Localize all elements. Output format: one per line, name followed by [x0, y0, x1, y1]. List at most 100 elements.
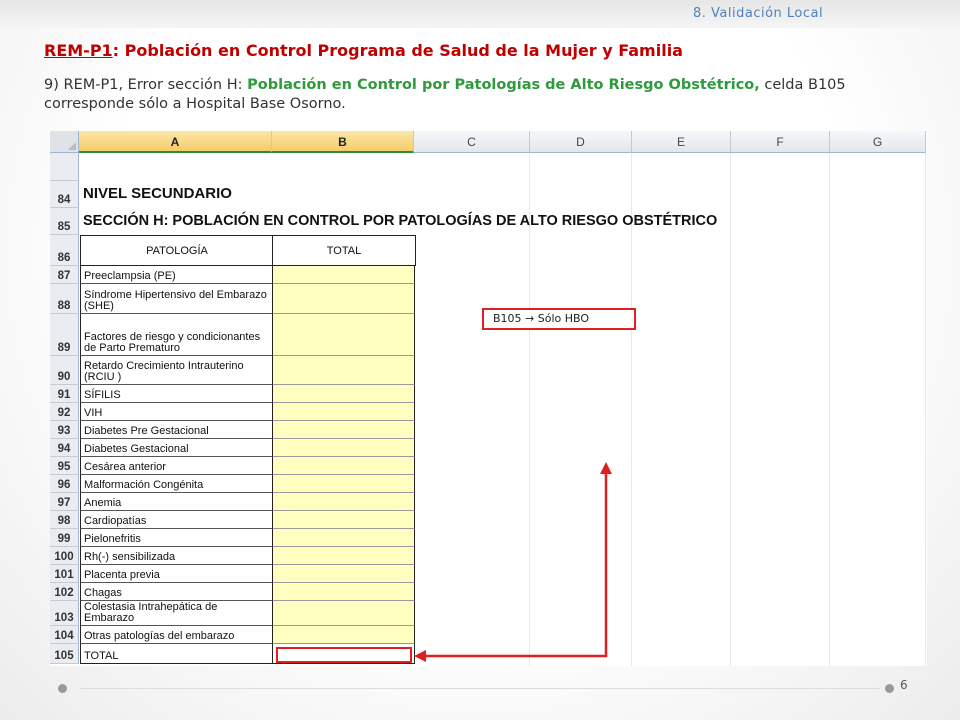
cell-b91[interactable] [273, 385, 415, 403]
cell-a90[interactable]: Retardo Crecimiento Intrauterino (RCIU ) [80, 356, 273, 385]
column-header-d[interactable]: D [530, 131, 632, 153]
row-header-101[interactable]: 101 [50, 565, 79, 583]
cell-a94[interactable]: Diabetes Gestacional [80, 439, 273, 457]
cell-a100[interactable]: Rh(-) sensibilizada [80, 547, 273, 565]
row-header-85[interactable]: 85 [50, 208, 79, 235]
column-header-b[interactable]: B [272, 131, 414, 153]
cell-a89[interactable]: Factores de riesgo y condicionantes de P… [80, 314, 273, 356]
cell-label: Pielonefritis [84, 533, 141, 545]
table-header-total: TOTAL [272, 235, 416, 266]
row-header-84[interactable]: 84 [50, 181, 79, 208]
cell-label: Colestasia Intrahepática de Embarazo [84, 601, 218, 624]
row-header-103[interactable]: 103 [50, 601, 79, 626]
cell-label: Cesárea anterior [84, 461, 166, 473]
cell-a97[interactable]: Anemia [80, 493, 273, 511]
row-header-94[interactable]: 94 [50, 439, 79, 457]
cell-label: TOTAL [84, 650, 119, 662]
cell-b98[interactable] [273, 511, 415, 529]
cell-a96[interactable]: Malformación Congénita [80, 475, 273, 493]
row-header-99[interactable]: 99 [50, 529, 79, 547]
cell-a104[interactable]: Otras patologías del embarazo [80, 626, 273, 644]
cell-a99[interactable]: Pielonefritis [80, 529, 273, 547]
cell-b89[interactable] [273, 314, 415, 356]
cell-a92[interactable]: VIH [80, 403, 273, 421]
row-header-93[interactable]: 93 [50, 421, 79, 439]
footer-rule [80, 688, 880, 689]
row-header-95[interactable]: 95 [50, 457, 79, 475]
cell-a98[interactable]: Cardiopatías [80, 511, 273, 529]
row-header-104[interactable]: 104 [50, 626, 79, 644]
title-code: REM-P1 [44, 41, 113, 60]
column-header-f[interactable]: F [731, 131, 830, 153]
section-label: 8. Validación Local [693, 6, 824, 21]
row-header-96[interactable]: 96 [50, 475, 79, 493]
cell-label: Retardo Crecimiento Intrauterino (RCIU ) [84, 360, 244, 383]
select-all-corner[interactable] [50, 131, 79, 153]
column-header-e[interactable]: E [632, 131, 731, 153]
cell-b94[interactable] [273, 439, 415, 457]
cell-label: Síndrome Hipertensivo del Embarazo (SHE) [84, 289, 267, 312]
gridline [730, 153, 731, 666]
row-header-86[interactable]: 86 [50, 235, 79, 266]
column-header-g[interactable]: G [830, 131, 926, 153]
cell-b100[interactable] [273, 547, 415, 565]
select-all-icon [68, 142, 76, 150]
cell-a101[interactable]: Placenta previa [80, 565, 273, 583]
desc-prefix: 9) REM-P1, Error sección H: [44, 77, 248, 93]
row-header-105[interactable]: 105 [50, 644, 79, 664]
cell-a87[interactable]: Preeclampsia (PE) [80, 266, 273, 284]
cell-a103[interactable]: Colestasia Intrahepática de Embarazo [80, 601, 273, 626]
column-header-a[interactable]: A [79, 131, 272, 153]
row-header-91[interactable]: 91 [50, 385, 79, 403]
cell-b92[interactable] [273, 403, 415, 421]
cell-b103[interactable] [273, 601, 415, 626]
cell-b97[interactable] [273, 493, 415, 511]
row-header-90[interactable]: 90 [50, 356, 79, 385]
row-header-97[interactable]: 97 [50, 493, 79, 511]
cell-a105[interactable]: TOTAL [80, 644, 273, 664]
gridline [829, 153, 830, 666]
cell-a91[interactable]: SÍFILIS [80, 385, 273, 403]
callout-arrow-glyph: → [525, 312, 535, 325]
cell-b87[interactable] [273, 266, 415, 284]
row-header-102[interactable]: 102 [50, 583, 79, 601]
row-header-98[interactable]: 98 [50, 511, 79, 529]
cell-label: Malformación Congénita [84, 479, 204, 491]
gridline [631, 153, 632, 666]
cell-label: Chagas [84, 587, 122, 599]
cell-b88[interactable] [273, 284, 415, 314]
gridline [925, 153, 926, 666]
highlight-cell-b105 [276, 647, 412, 663]
title-text: : Población en Control Programa de Salud… [112, 41, 683, 60]
row-header-88[interactable]: 88 [50, 284, 79, 314]
row-header-92[interactable]: 92 [50, 403, 79, 421]
cell-a95[interactable]: Cesárea anterior [80, 457, 273, 475]
cell-b99[interactable] [273, 529, 415, 547]
footer-bullet-right [885, 684, 894, 693]
column-header-c[interactable]: C [414, 131, 530, 153]
callout-cell: B105 [493, 312, 522, 325]
cell-a93[interactable]: Diabetes Pre Gestacional [80, 421, 273, 439]
cell-label: Otras patologías del embarazo [84, 630, 235, 642]
cell-a88[interactable]: Síndrome Hipertensivo del Embarazo (SHE) [80, 284, 273, 314]
cell-b93[interactable] [273, 421, 415, 439]
cell-a102[interactable]: Chagas [80, 583, 273, 601]
callout-box: B105 → Sólo HBO [482, 308, 636, 330]
row-header-89[interactable]: 89 [50, 314, 79, 356]
cell-b102[interactable] [273, 583, 415, 601]
cell-b104[interactable] [273, 626, 415, 644]
desc-highlight: Población en Control por Patologías de A… [247, 77, 760, 93]
cell-b90[interactable] [273, 356, 415, 385]
page-number: 6 [900, 678, 908, 692]
row-header-87[interactable]: 87 [50, 266, 79, 284]
row-header-100[interactable]: 100 [50, 547, 79, 565]
footer-bullet-left [58, 684, 67, 693]
cell-label: Cardiopatías [84, 515, 147, 527]
cell-b95[interactable] [273, 457, 415, 475]
cell-b101[interactable] [273, 565, 415, 583]
row-header-blank[interactable] [50, 153, 79, 181]
cell-b96[interactable] [273, 475, 415, 493]
cell-label: Diabetes Pre Gestacional [84, 425, 209, 437]
table-header-patologia: PATOLOGÍA [80, 235, 274, 266]
slide-title: REM-P1: Población en Control Programa de… [44, 41, 683, 60]
